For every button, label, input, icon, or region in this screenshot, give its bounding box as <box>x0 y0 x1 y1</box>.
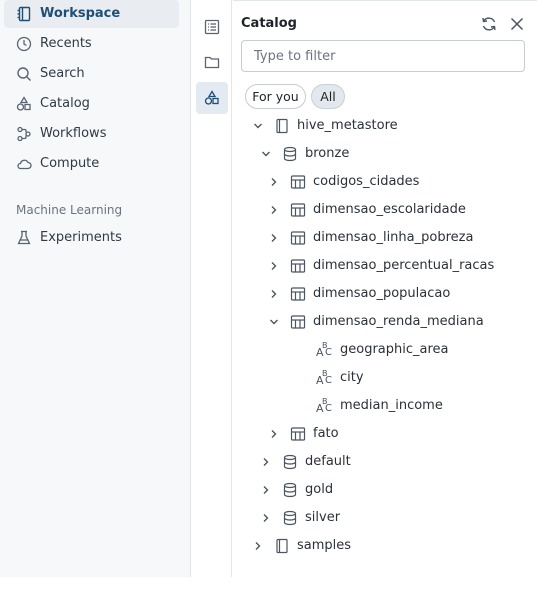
tree-node-label: samples <box>297 538 352 553</box>
catalog-button[interactable] <box>196 82 228 114</box>
tree-node-column[interactable]: A B C median_income <box>233 392 537 420</box>
workspace-icon <box>17 6 31 22</box>
tree-node-label: median_income <box>340 398 443 413</box>
chevron-right-icon[interactable] <box>268 176 280 188</box>
nav-item-compute[interactable]: Compute <box>4 150 179 178</box>
nav-item-search[interactable]: Search <box>4 60 179 88</box>
tree-node-table[interactable]: dimensao_percentual_racas <box>233 252 537 280</box>
database-icon <box>283 482 297 498</box>
tree-node-catalog[interactable]: samples <box>233 532 537 560</box>
nav-label-workflows: Workflows <box>40 126 107 141</box>
table-icon <box>290 315 306 329</box>
cloud-icon <box>17 159 32 170</box>
clock-icon <box>16 36 32 52</box>
filter-pill-all[interactable]: All <box>311 84 345 109</box>
nav-label-catalog: Catalog <box>40 96 90 111</box>
tree-node-table[interactable]: codigos_cidades <box>233 168 537 196</box>
chevron-right-icon[interactable] <box>268 288 280 300</box>
nav-label-workspace: Workspace <box>40 6 121 21</box>
nav-label-search: Search <box>40 66 85 81</box>
tree-node-label: silver <box>305 510 341 525</box>
tree-node-table[interactable]: dimensao_escolaridade <box>233 196 537 224</box>
chevron-right-icon[interactable] <box>260 484 272 496</box>
tree-node-label: bronze <box>305 146 350 161</box>
left-navigation: Workspace Recents Search Catalog Workflo… <box>0 0 191 577</box>
chevron-down-icon[interactable] <box>260 148 272 160</box>
tree-node-schema[interactable]: silver <box>233 504 537 532</box>
tree-node-label: dimensao_linha_pobreza <box>313 230 474 245</box>
nav-item-workflows[interactable]: Workflows <box>4 120 179 148</box>
chevron-right-icon[interactable] <box>268 204 280 216</box>
tree-node-label: dimensao_escolaridade <box>313 202 466 217</box>
panel-title: Catalog <box>241 16 297 31</box>
tree-node-label: codigos_cidades <box>313 174 420 189</box>
catalog-db-icon <box>276 118 288 134</box>
tree-node-table[interactable]: fato <box>233 420 537 448</box>
search-icon <box>17 67 31 81</box>
chevron-right-icon[interactable] <box>252 540 264 552</box>
tree-node-schema[interactable]: gold <box>233 476 537 504</box>
nav-section-machine-learning: Machine Learning <box>16 203 123 217</box>
table-icon <box>290 203 306 217</box>
tree-node-label: gold <box>305 482 334 497</box>
tree-node-column[interactable]: A B C geographic_area <box>233 336 537 364</box>
tree-node-table[interactable]: dimensao_renda_mediana <box>233 308 537 336</box>
tree-node-schema[interactable]: bronze <box>233 140 537 168</box>
chevron-right-icon[interactable] <box>268 232 280 244</box>
workspace-files-button[interactable] <box>196 46 228 78</box>
table-icon <box>290 259 306 273</box>
refresh-icon[interactable] <box>480 15 498 33</box>
tree-node-label: city <box>340 370 364 385</box>
flask-icon <box>17 230 31 245</box>
icon-rail <box>192 0 232 577</box>
close-icon[interactable] <box>508 15 526 33</box>
catalog-panel: Catalog For you All hive_metastorebronze… <box>233 0 537 577</box>
tree-node-catalog[interactable]: hive_metastore <box>233 112 537 140</box>
chevron-right-icon[interactable] <box>260 512 272 524</box>
database-icon <box>283 510 297 526</box>
string-type-icon: ABC <box>316 341 332 359</box>
catalog-icon <box>16 96 31 111</box>
chevron-down-icon[interactable] <box>268 316 280 328</box>
database-icon <box>283 146 297 162</box>
nav-label-experiments: Experiments <box>40 230 122 245</box>
tree-node-schema[interactable]: default <box>233 448 537 476</box>
filter-input[interactable] <box>241 40 525 72</box>
tree-node-label: geographic_area <box>340 342 449 357</box>
chevron-right-icon[interactable] <box>268 260 280 272</box>
table-icon <box>290 427 306 441</box>
tree-node-label: hive_metastore <box>297 118 398 133</box>
catalog-db-icon <box>276 538 288 554</box>
chevron-right-icon[interactable] <box>260 456 272 468</box>
tree-node-label: dimensao_populacao <box>313 286 451 301</box>
outline-icon <box>204 19 220 35</box>
tree-node-label: default <box>305 454 351 469</box>
chevron-down-icon[interactable] <box>252 120 264 132</box>
tree-node-label: dimensao_renda_mediana <box>313 314 484 329</box>
table-icon <box>290 231 306 245</box>
tree-node-table[interactable]: dimensao_populacao <box>233 280 537 308</box>
nav-item-workspace[interactable]: Workspace <box>4 0 179 28</box>
nav-label-recents: Recents <box>40 36 92 51</box>
tree-node-label: fato <box>313 426 339 441</box>
table-icon <box>290 287 306 301</box>
folder-icon <box>204 56 220 69</box>
tree-node-column[interactable]: A B C city <box>233 364 537 392</box>
nav-label-compute: Compute <box>40 156 100 171</box>
tree-node-label: dimensao_percentual_racas <box>313 258 495 273</box>
catalog-icon <box>204 90 219 105</box>
database-icon <box>283 454 297 470</box>
chevron-right-icon[interactable] <box>268 428 280 440</box>
nav-item-experiments[interactable]: Experiments <box>4 224 179 252</box>
string-type-icon: ABC <box>316 397 332 415</box>
workflows-icon <box>17 126 31 142</box>
table-icon <box>290 175 306 189</box>
tree-node-table[interactable]: dimensao_linha_pobreza <box>233 224 537 252</box>
nav-item-catalog[interactable]: Catalog <box>4 90 179 118</box>
nav-item-recents[interactable]: Recents <box>4 30 179 58</box>
outline-button[interactable] <box>196 11 228 43</box>
filter-pill-for-you[interactable]: For you <box>245 84 306 109</box>
string-type-icon: ABC <box>316 369 332 387</box>
